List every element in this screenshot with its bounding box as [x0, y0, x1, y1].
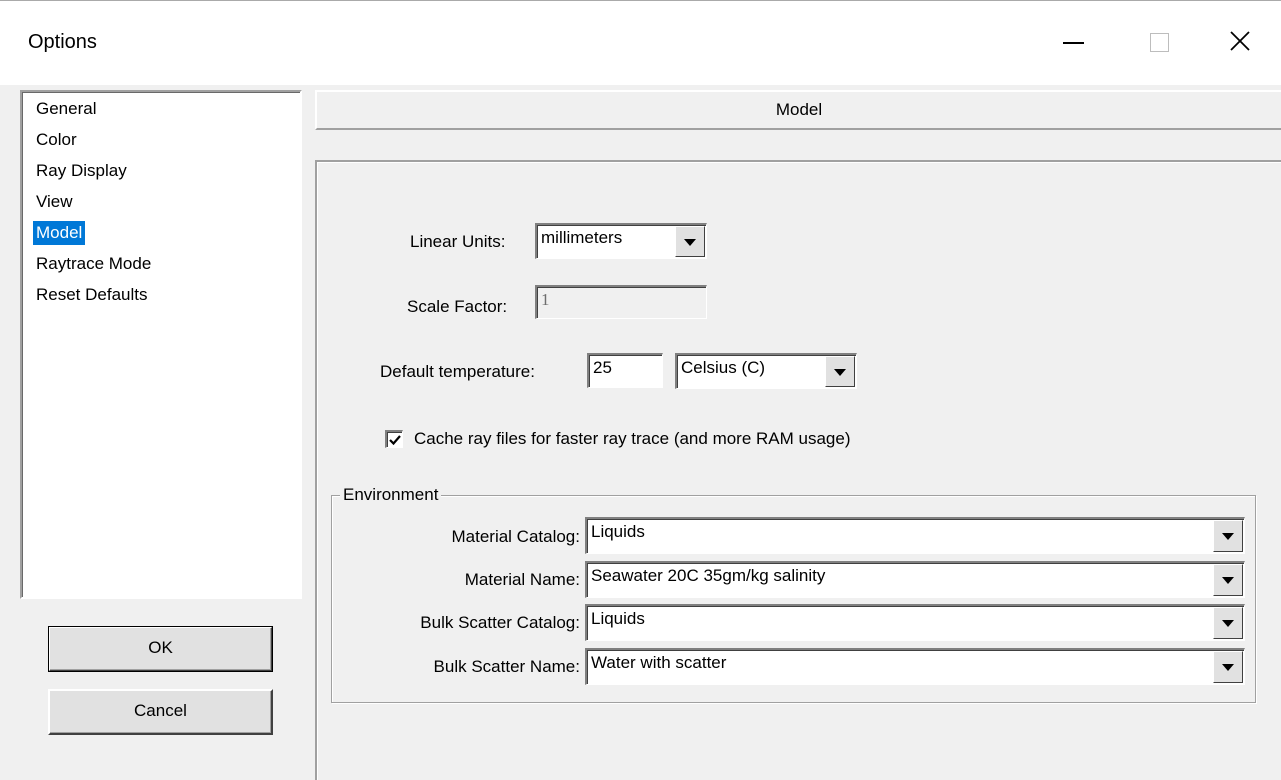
- category-item-raytrace-mode[interactable]: Raytrace Mode: [33, 252, 154, 276]
- scale-factor-value: 1: [541, 290, 550, 309]
- window-title: Options: [28, 31, 97, 53]
- bulk-scatter-name-select[interactable]: Water with scatter: [585, 648, 1245, 685]
- linear-units-select[interactable]: millimeters: [535, 223, 707, 259]
- temperature-unit-dropdown-button[interactable]: [825, 356, 855, 387]
- chevron-down-icon: [1222, 664, 1234, 671]
- maximize-button: [1130, 21, 1190, 65]
- minimize-button[interactable]: [1045, 21, 1105, 65]
- temperature-unit-select[interactable]: Celsius (C): [675, 353, 857, 389]
- category-item-view[interactable]: View: [33, 190, 76, 214]
- default-temperature-label: Default temperature:: [380, 362, 535, 381]
- chevron-down-icon: [1222, 533, 1234, 540]
- cache-ray-files-checkbox[interactable]: [385, 430, 403, 448]
- category-item-model[interactable]: Model: [33, 221, 86, 245]
- default-temperature-input[interactable]: 25: [587, 353, 663, 388]
- default-temperature-value: 25: [593, 358, 612, 377]
- bulk-scatter-catalog-value: Liquids: [591, 609, 645, 628]
- checkmark-icon: [389, 435, 401, 446]
- category-item-general[interactable]: General: [33, 97, 99, 121]
- material-catalog-value: Liquids: [591, 522, 645, 541]
- category-list[interactable]: General Color Ray Display View Model Ray…: [20, 90, 302, 599]
- material-catalog-dropdown-button[interactable]: [1213, 520, 1243, 552]
- options-dialog: Options General Color Ray Display View M…: [0, 0, 1281, 780]
- cache-ray-files-label[interactable]: Cache ray files for faster ray trace (an…: [414, 429, 851, 449]
- bulk-scatter-name-label: Bulk Scatter Name:: [433, 657, 580, 676]
- material-name-label: Material Name:: [464, 570, 580, 589]
- material-name-select[interactable]: Seawater 20C 35gm/kg salinity: [585, 561, 1245, 598]
- category-item-color[interactable]: Color: [33, 128, 80, 152]
- chevron-down-icon: [684, 239, 696, 246]
- linear-units-dropdown-button[interactable]: [675, 226, 705, 257]
- title-bar[interactable]: Options: [0, 1, 1281, 85]
- bulk-scatter-catalog-dropdown-button[interactable]: [1213, 607, 1243, 639]
- category-item-ray-display[interactable]: Ray Display: [33, 159, 130, 183]
- bulk-scatter-name-value: Water with scatter: [591, 653, 727, 672]
- chevron-down-icon: [1222, 620, 1234, 627]
- material-name-value: Seawater 20C 35gm/kg salinity: [591, 566, 826, 585]
- scale-factor-label: Scale Factor:: [407, 297, 508, 316]
- close-button[interactable]: [1215, 21, 1275, 65]
- environment-legend: Environment: [340, 486, 442, 504]
- linear-units-label: Linear Units:: [410, 232, 506, 251]
- bulk-scatter-catalog-label: Bulk Scatter Catalog:: [420, 613, 580, 632]
- temperature-unit-value: Celsius (C): [681, 358, 766, 377]
- cancel-button[interactable]: Cancel: [48, 689, 273, 735]
- material-catalog-select[interactable]: Liquids: [585, 517, 1245, 554]
- minimize-icon: [1063, 42, 1084, 44]
- scale-factor-input: 1: [535, 285, 707, 319]
- ok-button[interactable]: OK: [48, 626, 273, 672]
- maximize-icon: [1150, 33, 1169, 52]
- bulk-scatter-name-dropdown-button[interactable]: [1213, 651, 1243, 683]
- page-header: Model: [315, 90, 1281, 130]
- linear-units-value: millimeters: [541, 228, 623, 247]
- chevron-down-icon: [834, 369, 846, 376]
- bulk-scatter-catalog-select[interactable]: Liquids: [585, 604, 1245, 641]
- close-icon: [1230, 31, 1250, 51]
- chevron-down-icon: [1222, 577, 1234, 584]
- material-name-dropdown-button[interactable]: [1213, 564, 1243, 596]
- material-catalog-label: Material Catalog:: [451, 527, 580, 546]
- category-item-reset-defaults[interactable]: Reset Defaults: [33, 283, 151, 307]
